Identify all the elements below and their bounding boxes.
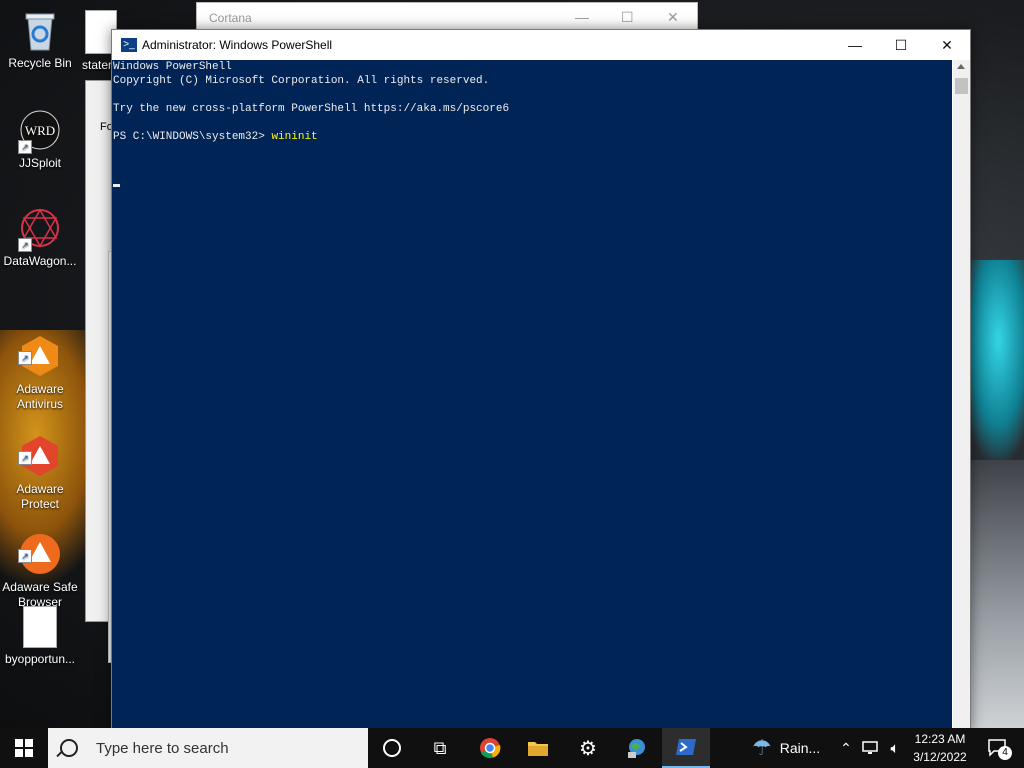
maximize-button[interactable]: ☐	[878, 30, 924, 60]
jjsploit-icon: WRD ↗	[18, 108, 62, 154]
weather-text: Rain...	[779, 740, 821, 756]
cortana-circle-icon	[383, 739, 401, 757]
minimize-icon[interactable]: —	[575, 9, 589, 25]
desktop-icon-label: byopportun...	[4, 652, 76, 666]
chevron-up-icon[interactable]: ⌃	[836, 728, 856, 768]
cortana-button[interactable]	[368, 728, 416, 768]
document-icon	[23, 606, 57, 648]
network-icon[interactable]	[860, 728, 880, 768]
umbrella-rain-icon: ☂	[752, 735, 772, 760]
powershell-icon: >_	[121, 38, 137, 52]
console-line: Copyright (C) Microsoft Corporation. All…	[113, 75, 490, 87]
desktop-icon-datawagon[interactable]: ↗ DataWagon...	[0, 206, 80, 269]
shortcut-arrow-icon: ↗	[18, 351, 32, 365]
desktop-icon-byopportun[interactable]: byopportun...	[0, 606, 80, 667]
taskbar-clock[interactable]: 12:23 AM 3/12/2022	[910, 730, 970, 766]
clock-date: 3/12/2022	[913, 750, 967, 764]
taskbar-search-box[interactable]: Type here to search	[48, 728, 368, 768]
close-icon[interactable]: ✕	[667, 9, 679, 26]
svg-text:WRD: WRD	[25, 123, 55, 138]
cortana-window-title: Cortana	[209, 11, 252, 25]
adaware-protect-icon: ↗	[18, 419, 62, 476]
search-placeholder: Type here to search	[96, 739, 229, 757]
close-button[interactable]: ✕	[924, 30, 970, 60]
console-line: Windows PowerShell	[113, 61, 232, 73]
adaware-antivirus-icon: ↗	[18, 319, 62, 376]
clock-time: 12:23 AM	[914, 732, 966, 746]
shortcut-arrow-icon: ↗	[18, 451, 32, 465]
minimize-button[interactable]: —	[832, 30, 878, 60]
scrollbar-thumb[interactable]	[955, 78, 968, 94]
chrome-icon	[480, 738, 501, 759]
windows-logo-icon	[15, 739, 33, 757]
shortcut-arrow-icon: ↗	[18, 238, 32, 252]
taskbar: Type here to search ⧉ ⚙ ☂ Rain... ⌃ 🔈︎ 1…	[0, 728, 1024, 768]
recycle-bin-icon	[18, 8, 62, 52]
datawagon-icon: ↗	[18, 206, 62, 252]
file-explorer-taskbar-button[interactable]	[514, 728, 562, 768]
volume-icon[interactable]: 🔈︎	[884, 728, 906, 768]
powershell-icon	[676, 739, 696, 755]
folder-icon	[528, 742, 548, 756]
console-line: Try the new cross-platform PowerShell ht…	[113, 103, 510, 115]
text-cursor	[113, 184, 120, 187]
adaware-safe-browser-icon: ↗	[18, 517, 62, 574]
search-icon	[60, 739, 78, 757]
chrome-taskbar-button[interactable]	[466, 728, 514, 768]
task-view-icon: ⧉	[433, 737, 447, 758]
vertical-scrollbar[interactable]	[953, 60, 970, 730]
desktop-icon-label: JJSploit	[18, 156, 62, 170]
shortcut-arrow-icon: ↗	[18, 140, 32, 154]
monitor-network-icon	[862, 741, 878, 754]
desktop-icon-recycle-bin[interactable]: Recycle Bin	[0, 8, 80, 71]
scroll-up-icon[interactable]	[957, 64, 965, 69]
powershell-window[interactable]: >_ Administrator: Windows PowerShell — ☐…	[111, 29, 971, 731]
desktop-icon-jjsploit[interactable]: WRD ↗ JJSploit	[0, 108, 80, 171]
network-app-taskbar-button[interactable]	[612, 728, 660, 768]
window-titlebar[interactable]: >_ Administrator: Windows PowerShell — ☐…	[112, 30, 970, 60]
console-output[interactable]: Windows PowerShell Copyright (C) Microso…	[112, 60, 952, 730]
shortcut-arrow-icon: ↗	[18, 549, 32, 563]
weather-widget[interactable]: ☂ Rain...	[752, 728, 832, 768]
maximize-icon[interactable]: ☐	[621, 9, 634, 26]
desktop-icon-label: DataWagon...	[3, 254, 77, 268]
console-command: wininit	[271, 131, 318, 143]
window-title: Administrator: Windows PowerShell	[142, 38, 333, 52]
notification-count-badge: 4	[998, 746, 1012, 760]
console-prompt: PS C:\WINDOWS\system32>	[113, 131, 272, 143]
settings-taskbar-button[interactable]: ⚙	[564, 728, 612, 768]
start-button[interactable]	[0, 728, 48, 768]
task-view-button[interactable]: ⧉	[416, 728, 464, 768]
powershell-taskbar-button[interactable]	[662, 728, 710, 768]
desktop-icon-label: Recycle Bin	[8, 56, 72, 70]
action-center-button[interactable]: 4	[978, 728, 1018, 768]
console-prompt-line: PS C:\WINDOWS\system32> wininit	[113, 131, 318, 143]
gear-icon: ⚙	[579, 737, 597, 760]
globe-icon	[628, 739, 645, 758]
